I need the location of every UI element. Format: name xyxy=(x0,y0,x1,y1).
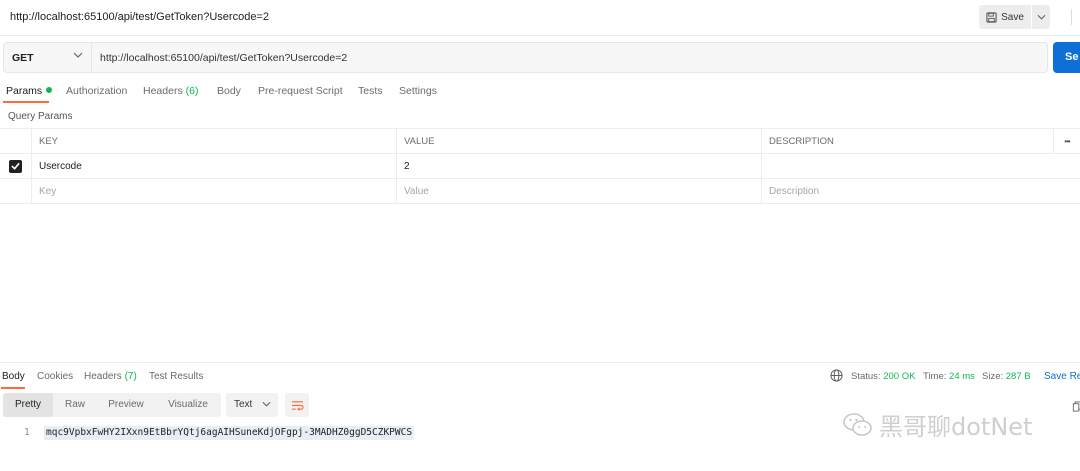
chevron-down-icon xyxy=(73,52,83,58)
tab-body[interactable]: Body xyxy=(217,85,241,97)
tab-settings[interactable]: Settings xyxy=(399,85,437,97)
preview-button[interactable]: Preview xyxy=(97,393,155,417)
tab-headers-label: Headers xyxy=(143,85,183,97)
size-label: Size: xyxy=(982,371,1004,382)
active-tab-indicator xyxy=(3,101,49,103)
save-label: Save xyxy=(1001,11,1024,23)
format-button-group: Pretty Raw Preview Visualize xyxy=(3,393,221,417)
tab-tests[interactable]: Tests xyxy=(358,85,383,97)
param-description-cell[interactable] xyxy=(761,154,1053,178)
row-checkbox-cell xyxy=(0,154,31,178)
new-key-input[interactable]: Key xyxy=(31,179,396,203)
tab-params-label: Params xyxy=(6,85,43,97)
chevron-down-icon xyxy=(1037,14,1045,20)
row-checkbox[interactable] xyxy=(9,159,22,173)
url-bar: GET http://localhost:65100/api/test/GetT… xyxy=(3,42,1048,73)
table-row: Usercode 2 xyxy=(0,154,1080,179)
new-value-input[interactable]: Value xyxy=(396,179,761,203)
url-input[interactable]: http://localhost:65100/api/test/GetToken… xyxy=(100,52,347,64)
wrap-lines-icon xyxy=(291,400,304,411)
title-bar: http://localhost:65100/api/test/GetToken… xyxy=(0,0,1080,36)
response-tabs: Body Cookies Headers (7) Test Results St… xyxy=(0,362,1080,389)
status-info: Status: 200 OK xyxy=(851,371,915,382)
response-active-tab-indicator xyxy=(1,387,25,389)
tab-headers[interactable]: Headers (6) xyxy=(143,85,198,97)
watermark-text: 黑哥聊dotNet xyxy=(879,413,1033,441)
watermark: 黑哥聊dotNet xyxy=(843,407,1032,442)
response-type-select[interactable]: Text xyxy=(226,393,278,417)
status-value: 200 OK xyxy=(883,371,916,382)
empty-checkbox-cell xyxy=(0,179,31,203)
more-options-button[interactable]: ••• xyxy=(1053,129,1080,153)
key-column-header: KEY xyxy=(31,129,396,153)
response-tab-cookies[interactable]: Cookies xyxy=(37,371,73,382)
size-info: Size: 287 B xyxy=(982,371,1031,382)
response-tab-body[interactable]: Body xyxy=(2,371,25,382)
checkbox-column-header xyxy=(0,129,31,153)
request-tabs: Params Authorization Headers (6) Body Pr… xyxy=(0,80,1080,106)
visualize-button[interactable]: Visualize xyxy=(155,393,221,417)
pretty-button[interactable]: Pretty xyxy=(3,393,53,417)
send-button[interactable]: Se xyxy=(1053,42,1080,73)
response-tab-test-results[interactable]: Test Results xyxy=(149,371,203,382)
time-label: Time: xyxy=(923,371,947,382)
save-button[interactable]: Save xyxy=(979,5,1031,29)
new-description-input[interactable]: Description xyxy=(761,179,1053,203)
save-dropdown-button[interactable] xyxy=(1032,5,1050,29)
checkmark-icon xyxy=(11,162,20,170)
response-body-text[interactable]: mqc9VpbxFwHY2IXxn9EtBbrYQtj6agAIHSuneKdj… xyxy=(44,426,415,440)
tab-authorization[interactable]: Authorization xyxy=(66,85,127,97)
table-row-empty: Key Value Description xyxy=(0,179,1080,204)
time-info: Time: 24 ms xyxy=(923,371,975,382)
value-column-header: VALUE xyxy=(396,129,761,153)
copy-icon[interactable] xyxy=(1072,401,1080,412)
save-response-button[interactable]: Save Re xyxy=(1044,371,1080,382)
response-tab-headers[interactable]: Headers (7) xyxy=(84,371,137,382)
tab-params[interactable]: Params xyxy=(6,85,53,97)
time-value: 24 ms xyxy=(949,371,975,382)
headers-count: (6) xyxy=(185,85,199,97)
response-headers-label: Headers xyxy=(84,371,122,382)
chevron-down-icon xyxy=(262,401,271,407)
response-type-label: Text xyxy=(234,399,253,410)
wrap-lines-button[interactable] xyxy=(285,393,309,417)
query-params-label: Query Params xyxy=(8,111,73,122)
globe-icon[interactable] xyxy=(830,369,843,382)
description-column-header: DESCRIPTION xyxy=(761,129,1053,153)
param-key-cell[interactable]: Usercode xyxy=(31,154,396,178)
line-number: 1 xyxy=(24,427,30,438)
response-headers-count: (7) xyxy=(124,371,137,382)
toolbar-divider xyxy=(1071,9,1072,25)
param-value-cell[interactable]: 2 xyxy=(396,154,761,178)
tab-pre-request-script[interactable]: Pre-request Script xyxy=(258,85,343,97)
method-select[interactable]: GET xyxy=(4,43,92,72)
table-header-row: KEY VALUE DESCRIPTION ••• xyxy=(0,128,1080,154)
size-value: 287 B xyxy=(1005,371,1031,382)
save-icon xyxy=(986,11,997,23)
params-active-dot xyxy=(46,87,53,93)
wechat-icon xyxy=(843,412,872,436)
status-label: Status: xyxy=(851,371,881,382)
method-label: GET xyxy=(12,51,34,64)
raw-button[interactable]: Raw xyxy=(53,393,97,417)
request-title: http://localhost:65100/api/test/GetToken… xyxy=(10,11,269,23)
